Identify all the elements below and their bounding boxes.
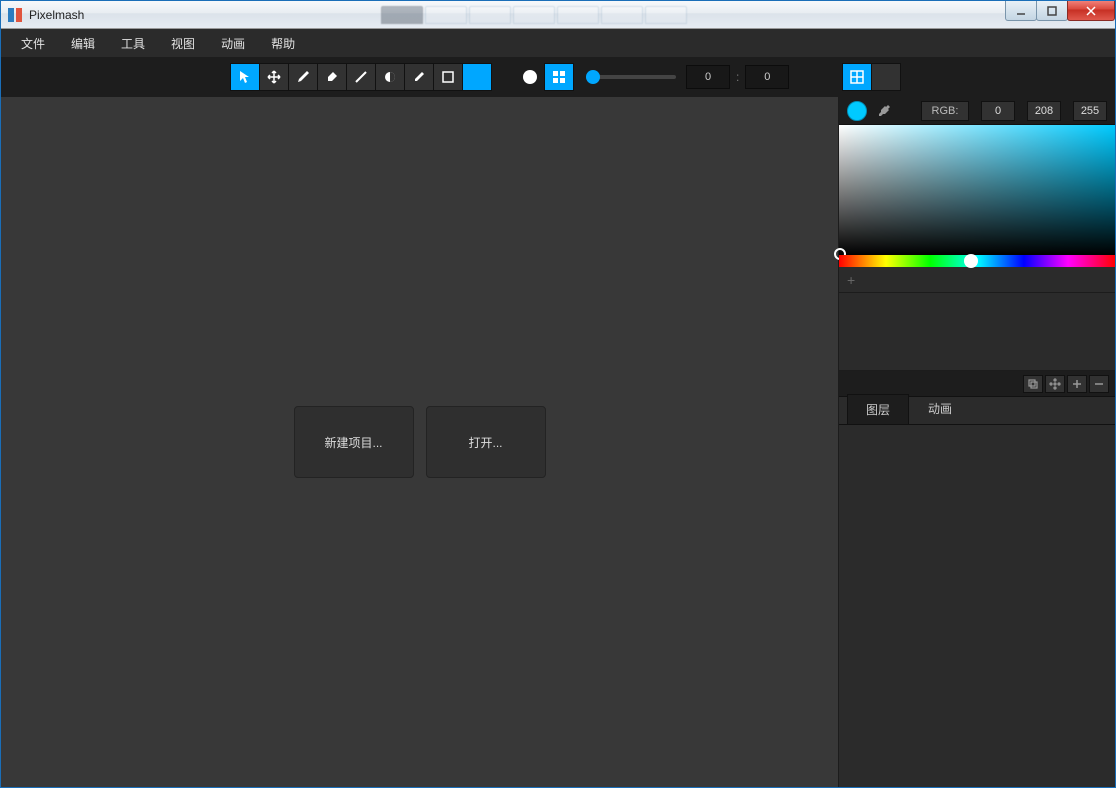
eyedropper-button[interactable] <box>875 102 893 120</box>
menu-file[interactable]: 文件 <box>11 31 55 56</box>
layer-remove-button[interactable] <box>1089 375 1109 393</box>
panel-spacer <box>839 293 1115 371</box>
tool-line[interactable] <box>346 63 376 91</box>
app-icon <box>7 7 23 23</box>
rgb-g-input[interactable]: 208 <box>1027 101 1061 121</box>
hue-slider[interactable] <box>839 255 1115 267</box>
tool-color-swatch[interactable] <box>462 63 492 91</box>
application-window: Pixelmash 文件 编辑 工具 <box>0 0 1116 788</box>
swatches-row: + <box>839 267 1115 293</box>
tool-select[interactable] <box>230 63 260 91</box>
tool-brush[interactable] <box>288 63 318 91</box>
menu-animation[interactable]: 动画 <box>211 31 255 56</box>
brush-shape-circle[interactable] <box>515 63 545 91</box>
saturation-value-picker[interactable] <box>839 125 1115 255</box>
size-separator: : <box>736 70 739 84</box>
tool-palette <box>231 63 492 91</box>
color-header: RGB: 0 208 255 <box>839 97 1115 125</box>
circle-icon <box>523 70 537 84</box>
size-input-b[interactable]: 0 <box>745 65 789 89</box>
close-button[interactable] <box>1067 1 1115 21</box>
menu-bar: 文件 编辑 工具 视图 动画 帮助 <box>1 29 1115 57</box>
layer-add-button[interactable] <box>1067 375 1087 393</box>
hue-cursor[interactable] <box>964 254 978 268</box>
brush-size-slider[interactable] <box>580 75 676 79</box>
right-panel: RGB: 0 208 255 + <box>839 97 1115 787</box>
panel-tabs: 图层 动画 <box>839 397 1115 425</box>
current-color-swatch[interactable] <box>847 101 867 121</box>
tab-layers[interactable]: 图层 <box>847 394 909 424</box>
size-input-a[interactable]: 0 <box>686 65 730 89</box>
tool-rectangle[interactable] <box>433 63 463 91</box>
background-tabs <box>381 1 689 29</box>
tab-animation[interactable]: 动画 <box>909 393 971 424</box>
rgb-b-input[interactable]: 255 <box>1073 101 1107 121</box>
menu-tools[interactable]: 工具 <box>111 31 155 56</box>
tool-fill[interactable] <box>375 63 405 91</box>
menu-edit[interactable]: 编辑 <box>61 31 105 56</box>
open-button[interactable]: 打开... <box>426 406 546 478</box>
rgb-label: RGB: <box>921 101 969 121</box>
grid-settings[interactable] <box>871 63 901 91</box>
menu-help[interactable]: 帮助 <box>261 31 305 56</box>
app-frame: 文件 编辑 工具 视图 动画 帮助 <box>1 29 1115 787</box>
title-bar: Pixelmash <box>1 1 1115 29</box>
open-label: 打开... <box>468 434 502 451</box>
layers-body <box>839 425 1115 787</box>
layer-duplicate-button[interactable] <box>1023 375 1043 393</box>
tool-move[interactable] <box>259 63 289 91</box>
tool-pencil[interactable] <box>404 63 434 91</box>
maximize-button[interactable] <box>1036 1 1068 21</box>
layer-merge-button[interactable] <box>1045 375 1065 393</box>
tab-animation-label: 动画 <box>928 402 952 416</box>
window-title: Pixelmash <box>29 8 84 22</box>
new-project-label: 新建项目... <box>324 434 382 451</box>
brush-shape-pixel[interactable] <box>544 63 574 91</box>
menu-view[interactable]: 视图 <box>161 31 205 56</box>
minimize-button[interactable] <box>1005 1 1037 21</box>
main-body: 新建项目... 打开... RGB: 0 208 255 <box>1 97 1115 787</box>
main-toolbar: 0 : 0 <box>1 57 1115 97</box>
tool-eraser[interactable] <box>317 63 347 91</box>
tab-layers-label: 图层 <box>866 403 890 417</box>
rgb-r-input[interactable]: 0 <box>981 101 1015 121</box>
window-buttons <box>1006 1 1115 21</box>
new-project-button[interactable]: 新建项目... <box>294 406 414 478</box>
canvas-area: 新建项目... 打开... <box>1 97 839 787</box>
slider-thumb[interactable] <box>586 70 600 84</box>
add-swatch-button[interactable]: + <box>847 272 855 288</box>
grid-toggle[interactable] <box>842 63 872 91</box>
